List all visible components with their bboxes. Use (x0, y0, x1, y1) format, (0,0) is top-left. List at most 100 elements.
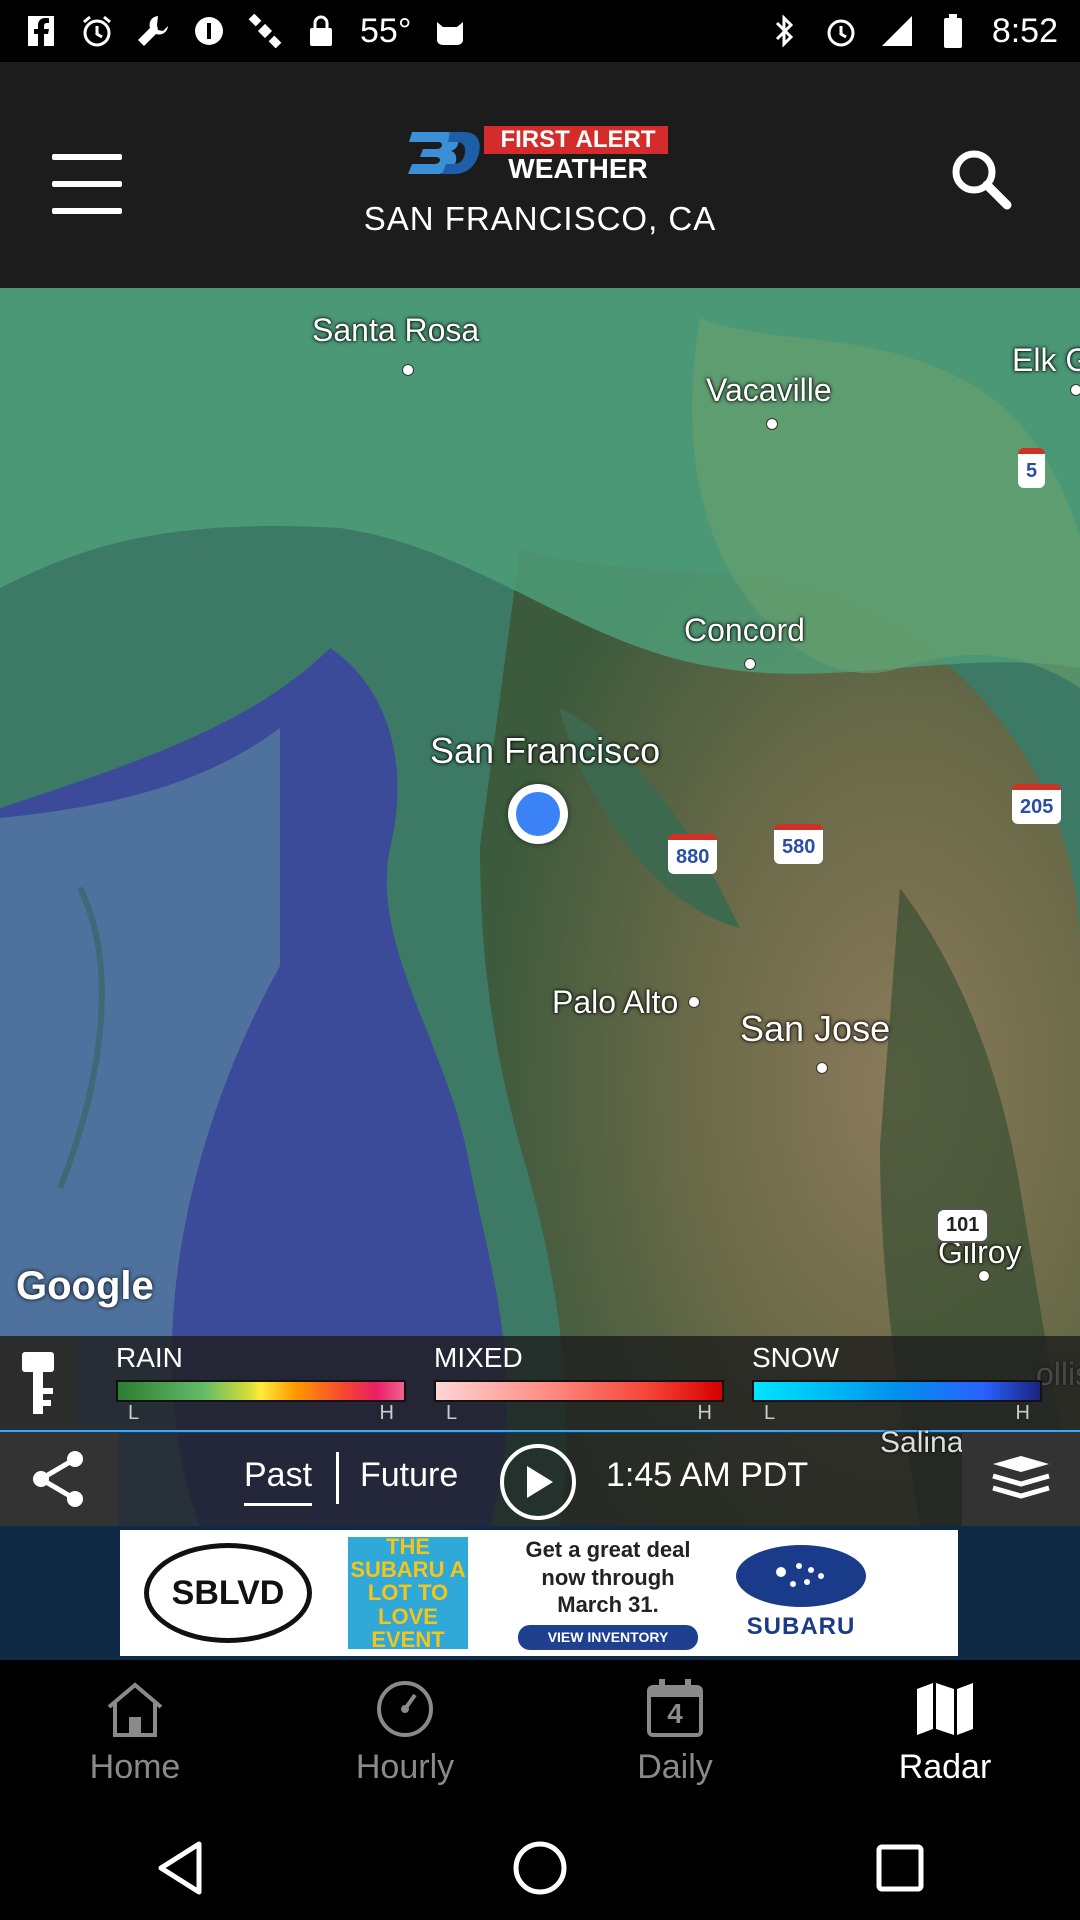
map-label-vacaville: Vacaville (706, 372, 832, 408)
legend-rain-title: RAIN (116, 1342, 183, 1373)
tab-divider (336, 1452, 339, 1504)
legend-mixed: MIXED L H (434, 1342, 724, 1425)
ad-strip: SBLVD THE SUBARU A LOT TO LOVE EVENT Get… (0, 1526, 1080, 1660)
ad-brand-name: SUBARU (746, 1613, 856, 1640)
nav-daily[interactable]: 4 Daily (540, 1660, 810, 1816)
bluetooth-icon (768, 14, 802, 48)
map-label-concord: Concord (684, 612, 805, 648)
nav-home-label: Home (89, 1748, 181, 1786)
nav-radar-label: Radar (898, 1748, 992, 1786)
ad-banner[interactable]: SBLVD THE SUBARU A LOT TO LOVE EVENT Get… (120, 1530, 958, 1656)
alarm-clock-icon (824, 14, 858, 48)
google-attribution: Google (16, 1264, 154, 1308)
calendar-day-number: 4 (667, 1698, 683, 1729)
back-button[interactable] (148, 1836, 212, 1900)
current-location-marker (508, 784, 568, 844)
map-label-palo-alto: Palo Alto (552, 984, 679, 1020)
legend-rain-high: H (379, 1402, 394, 1424)
map-label-san-francisco: San Francisco (430, 730, 661, 771)
key-icon (22, 1352, 54, 1414)
radar-timestamp: 1:45 AM PDT (606, 1456, 809, 1494)
recents-button[interactable] (868, 1836, 932, 1900)
ad-cta-button[interactable]: VIEW INVENTORY (518, 1624, 698, 1650)
status-bar: 55° 8:52 (0, 0, 1080, 62)
map-icon (910, 1674, 980, 1744)
cat-icon (433, 14, 467, 48)
clock-icon (370, 1674, 440, 1744)
search-icon (952, 150, 1012, 210)
wrench-icon (136, 14, 170, 48)
menu-icon-bar (52, 181, 122, 187)
nav-home[interactable]: Home (0, 1660, 270, 1816)
status-time: 8:52 (991, 11, 1058, 50)
map-label-elk-grove: Elk G (1012, 342, 1080, 378)
map-label-santa-rosa: Santa Rosa (312, 312, 480, 348)
map-city-dot (766, 418, 778, 430)
status-temperature: 55° (360, 11, 412, 50)
app-header: FIRST ALERT WEATHER SAN FRANCISCO, CA (0, 62, 1080, 288)
home-system-button[interactable] (508, 1836, 572, 1900)
search-button[interactable] (944, 142, 1016, 214)
legend-mixed-title: MIXED (434, 1342, 523, 1373)
recents-square-icon (876, 1844, 924, 1892)
system-navigation-bar (0, 1816, 1080, 1920)
signal-icon (880, 14, 914, 48)
logo-text-weather: WEATHER (508, 153, 648, 184)
highway-shield-101: 101 (936, 1208, 990, 1243)
radar-legend: RAIN L H MIXED L H SNOW L H (0, 1336, 1080, 1433)
map-city-dot (816, 1062, 828, 1074)
play-button[interactable] (500, 1444, 576, 1520)
map-city-dot (688, 996, 700, 1008)
logo-text-first-alert: FIRST ALERT (500, 126, 656, 153)
legend-snow-bar (752, 1380, 1042, 1402)
legend-rain-low: L (128, 1402, 140, 1424)
alarm-icon (80, 14, 114, 48)
legend-snow-high: H (1015, 1402, 1030, 1424)
menu-icon-bar (52, 154, 122, 160)
location-title: SAN FRANCISCO, CA (363, 200, 717, 237)
legend-snow-title: SNOW (752, 1342, 840, 1373)
nav-hourly[interactable]: Hourly (270, 1660, 540, 1816)
map-city-dot (402, 364, 414, 376)
highway-shield-205: 205 (1012, 784, 1062, 824)
nav-radar[interactable]: Radar (810, 1660, 1080, 1816)
tab-past[interactable]: Past (244, 1456, 313, 1506)
radar-playback-controls: Past Future 1:45 AM PDT Salinas (0, 1426, 1080, 1526)
map-city-dot (744, 658, 756, 670)
legend-mixed-low: L (446, 1402, 458, 1424)
lock-icon (304, 14, 338, 48)
calendar-icon: 4 (640, 1674, 710, 1744)
home-icon (100, 1674, 170, 1744)
layers-icon (992, 1456, 1050, 1499)
legend-snow: SNOW L H (752, 1342, 1042, 1425)
ad-brand: SUBARU (736, 1545, 866, 1641)
highway-shield-580: 580 (774, 824, 824, 864)
legend-rain: RAIN L H (116, 1342, 406, 1425)
legend-mixed-high: H (697, 1402, 712, 1424)
map-label-san-jose: San Jose (740, 1008, 891, 1049)
nav-hourly-label: Hourly (355, 1748, 455, 1786)
nav-daily-label: Daily (637, 1748, 713, 1786)
info-icon (192, 14, 226, 48)
ad-event-badge: THE SUBARU A LOT TO LOVE EVENT (348, 1535, 468, 1651)
legend-key-button[interactable] (0, 1336, 76, 1430)
home-circle-icon (513, 1841, 567, 1895)
legend-snow-low: L (764, 1402, 776, 1424)
ad-dealer-logo: SBLVD (144, 1543, 312, 1643)
legend-rain-bar (116, 1380, 406, 1402)
tab-future[interactable]: Future (360, 1456, 458, 1495)
first-alert-weather-logo: FIRST ALERT WEATHER (408, 122, 672, 184)
share-button[interactable] (0, 1432, 118, 1526)
share-icon (33, 1451, 83, 1507)
map-city-dot (978, 1270, 990, 1282)
back-icon (158, 1841, 202, 1895)
play-icon (527, 1466, 553, 1498)
satellite-icon (248, 14, 282, 48)
bottom-navigation: Home Hourly 4 Daily Radar (0, 1660, 1080, 1816)
ad-offer: Get a great deal now through March 31. V… (508, 1536, 708, 1650)
map-city-dot (1070, 384, 1080, 396)
highway-shield-5: 5 (1018, 448, 1046, 488)
layers-button[interactable] (962, 1432, 1080, 1526)
battery-icon (936, 14, 970, 48)
legend-mixed-bar (434, 1380, 724, 1402)
